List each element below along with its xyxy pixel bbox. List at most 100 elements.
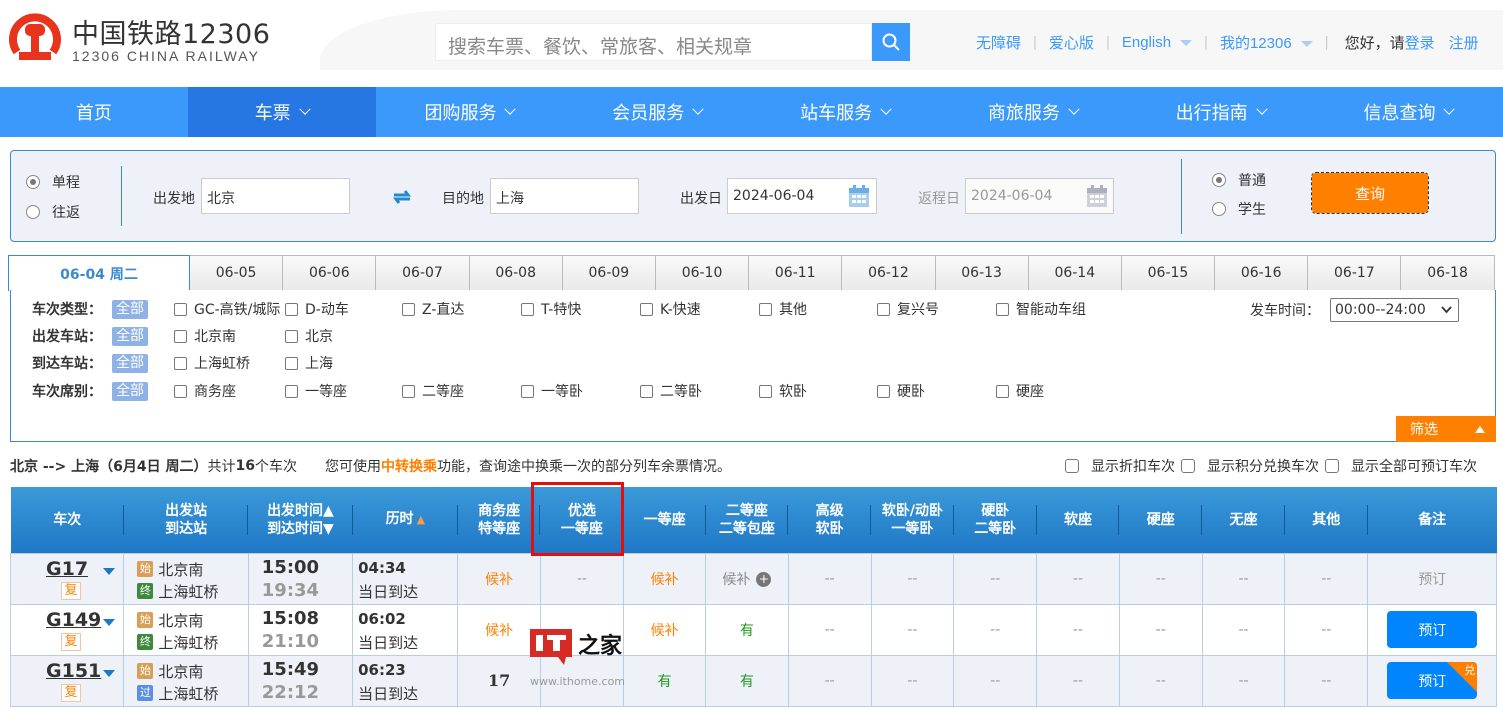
- to-station-name[interactable]: 上海虹桥: [158, 632, 218, 653]
- seat-cell-second[interactable]: 有: [705, 603, 789, 656]
- date-tab[interactable]: 06-08: [469, 255, 563, 291]
- register-link[interactable]: 注册: [1449, 32, 1479, 53]
- seat-cell-business[interactable]: 17: [457, 654, 541, 707]
- seat-cell-hard-seat: --: [1118, 552, 1203, 605]
- depart-time-select[interactable]: 00:00--24:00: [1330, 298, 1459, 322]
- site-search-button[interactable]: [872, 23, 910, 61]
- nav-item-station-service[interactable]: 站车服务: [751, 87, 939, 137]
- seat-cell-first[interactable]: 有: [622, 654, 707, 707]
- date-tab[interactable]: 06-13: [935, 255, 1029, 291]
- care-version-link[interactable]: 爱心版: [1049, 32, 1094, 53]
- book-button[interactable]: 预订 兑: [1387, 662, 1478, 699]
- filter-option-seat-type[interactable]: 二等卧: [640, 381, 702, 401]
- from-station-name[interactable]: 北京南: [158, 559, 203, 580]
- column-header-duration[interactable]: 历时 ▲: [352, 487, 458, 553]
- filter-option-train-type[interactable]: 智能动车组: [996, 299, 1086, 319]
- seat-cell-second[interactable]: 候补 +: [705, 552, 789, 605]
- filter-all-button[interactable]: 全部: [112, 353, 148, 373]
- filter-option-seat-type[interactable]: 一等座: [285, 381, 347, 401]
- nav-item-business-travel[interactable]: 商旅服务: [939, 87, 1127, 137]
- to-station-name[interactable]: 上海虹桥: [158, 581, 218, 602]
- plus-circle-icon[interactable]: +: [756, 572, 772, 587]
- filter-option-seat-type[interactable]: 硬卧: [877, 381, 925, 401]
- expand-stops-icon[interactable]: [103, 669, 115, 677]
- radio-round-trip[interactable]: 往返: [26, 202, 80, 222]
- seat-cell-second[interactable]: 有: [705, 654, 789, 707]
- train-number-link[interactable]: G17: [46, 558, 88, 580]
- filter-option-train-type[interactable]: T-特快: [521, 299, 581, 319]
- calendar-icon[interactable]: [1086, 184, 1108, 208]
- nav-item-member[interactable]: 会员服务: [563, 87, 751, 137]
- expand-stops-icon[interactable]: [103, 567, 115, 575]
- filter-toggle-button[interactable]: 筛选: [1396, 416, 1496, 442]
- filter-option-seat-type[interactable]: 商务座: [174, 381, 236, 401]
- swap-stations-icon[interactable]: [392, 189, 412, 205]
- date-tab[interactable]: 06-06: [283, 255, 377, 291]
- site-search-input[interactable]: 搜索车票、餐饮、常旅客、相关规章: [435, 23, 872, 61]
- filter-option-depart-station[interactable]: 北京: [285, 326, 333, 346]
- english-link[interactable]: English: [1122, 34, 1193, 51]
- date-tab[interactable]: 06-07: [376, 255, 470, 291]
- filter-option-arrive-station[interactable]: 上海虹桥: [174, 353, 250, 373]
- column-header-times[interactable]: 出发时间▲ 到达时间▼: [248, 487, 353, 553]
- show-all-bookable-checkbox[interactable]: [1325, 459, 1339, 473]
- date-tab[interactable]: 06-10: [655, 255, 750, 291]
- filter-all-button[interactable]: 全部: [112, 381, 148, 401]
- filter-all-button[interactable]: 全部: [112, 326, 148, 346]
- to-station-name[interactable]: 上海虹桥: [158, 683, 218, 704]
- calendar-icon[interactable]: [848, 184, 870, 208]
- date-tab[interactable]: 06-14: [1028, 255, 1122, 291]
- filter-option-train-type[interactable]: Z-直达: [402, 299, 464, 319]
- filter-option-seat-type[interactable]: 硬座: [996, 381, 1044, 401]
- filter-all-button[interactable]: 全部: [112, 299, 148, 319]
- seat-cell-business[interactable]: 候补: [457, 603, 541, 656]
- filter-option-seat-type[interactable]: 软卧: [759, 381, 807, 401]
- accessibility-link[interactable]: 无障碍: [976, 32, 1021, 53]
- date-tab[interactable]: 06-11: [749, 255, 843, 291]
- filter-option-depart-station[interactable]: 北京南: [174, 326, 236, 346]
- nav-item-home[interactable]: 首页: [0, 87, 188, 137]
- date-tab[interactable]: 06-16: [1215, 255, 1309, 291]
- date-tab[interactable]: 06-09: [562, 255, 656, 291]
- login-link[interactable]: 登录: [1405, 32, 1435, 53]
- nav-item-group-purchase[interactable]: 团购服务: [376, 87, 564, 137]
- china-railway-logo-icon[interactable]: [9, 8, 61, 68]
- filter-option-train-type[interactable]: D-动车: [285, 299, 349, 319]
- radio-student-passenger[interactable]: 学生: [1212, 199, 1266, 219]
- expand-stops-icon[interactable]: [103, 618, 115, 626]
- nav-item-tickets[interactable]: 车票: [187, 87, 376, 137]
- train-number-link[interactable]: G149: [46, 609, 101, 631]
- from-station-name[interactable]: 北京南: [158, 610, 203, 631]
- transfer-link[interactable]: 中转换乘: [381, 456, 437, 476]
- filter-option-seat-type[interactable]: 一等卧: [521, 381, 583, 401]
- filter-option-seat-type[interactable]: 二等座: [402, 381, 464, 401]
- seat-cell-first[interactable]: 候补: [622, 552, 707, 605]
- radio-one-way[interactable]: 单程: [26, 172, 80, 192]
- train-number-link[interactable]: G151: [46, 660, 101, 682]
- date-tab[interactable]: 06-17: [1308, 255, 1402, 291]
- sort-asc-icon[interactable]: ▲: [417, 513, 425, 526]
- seat-cell-first[interactable]: 候补: [622, 603, 707, 656]
- date-tab[interactable]: 06-12: [842, 255, 936, 291]
- radio-normal-passenger[interactable]: 普通: [1212, 170, 1266, 190]
- date-tab[interactable]: 06-04 周二: [8, 255, 190, 291]
- query-button[interactable]: 查询: [1311, 172, 1429, 214]
- date-tab[interactable]: 06-18: [1401, 255, 1495, 291]
- filter-option-train-type[interactable]: GC-高铁/城际: [174, 299, 280, 319]
- filter-option-arrive-station[interactable]: 上海: [285, 353, 333, 373]
- seat-cell-business[interactable]: 候补: [457, 552, 541, 605]
- filter-option-train-type[interactable]: 其他: [759, 299, 807, 319]
- my12306-link[interactable]: 我的12306: [1220, 32, 1313, 53]
- filter-option-train-type[interactable]: 复兴号: [877, 299, 939, 319]
- to-input[interactable]: 上海: [490, 178, 639, 214]
- nav-item-travel-guide[interactable]: 出行指南: [1127, 87, 1315, 137]
- from-station-name[interactable]: 北京南: [158, 661, 203, 682]
- filter-option-train-type[interactable]: K-快速: [640, 299, 701, 319]
- nav-item-info-query[interactable]: 信息查询: [1315, 87, 1503, 137]
- show-discount-checkbox[interactable]: [1065, 459, 1079, 473]
- date-tab[interactable]: 06-05: [190, 255, 284, 291]
- show-points-checkbox[interactable]: [1181, 459, 1195, 473]
- from-input[interactable]: 北京: [201, 178, 350, 214]
- date-tab[interactable]: 06-15: [1121, 255, 1216, 291]
- book-button[interactable]: 预订: [1387, 611, 1478, 648]
